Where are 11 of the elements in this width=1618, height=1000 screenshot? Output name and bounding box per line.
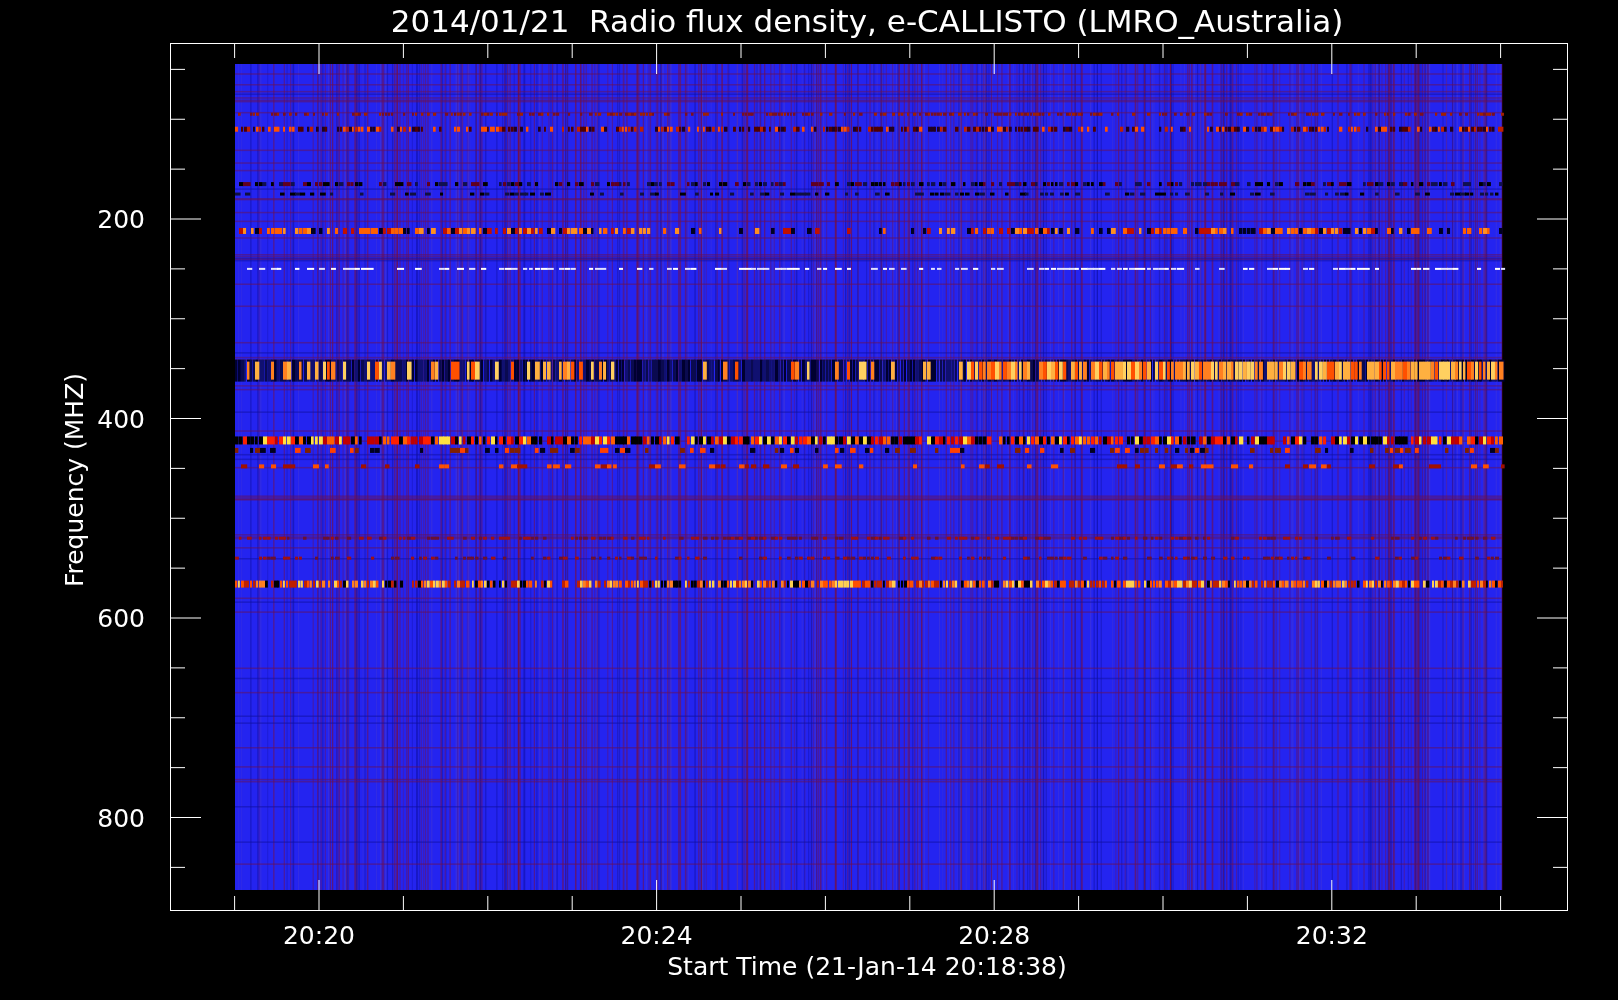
tick-label: 400 [97, 404, 145, 434]
tick-label: 200 [97, 205, 145, 234]
x-axis-label: Start Time (21-Jan-14 20:18:38) [667, 952, 1067, 981]
y-axis-label: Frequency (MHZ) [60, 372, 89, 588]
tick-label: 20:28 [958, 921, 1031, 950]
tick-label: 20:32 [1295, 921, 1368, 950]
tick-label: 600 [97, 604, 145, 633]
chart-title: 2014/01/21 Radio flux density, e-CALLISTO (LMRO_Australia) [390, 3, 1344, 39]
tick-label: 800 [97, 803, 145, 833]
tick-label: 20:24 [620, 921, 693, 950]
tick-label: 20:20 [283, 921, 355, 950]
